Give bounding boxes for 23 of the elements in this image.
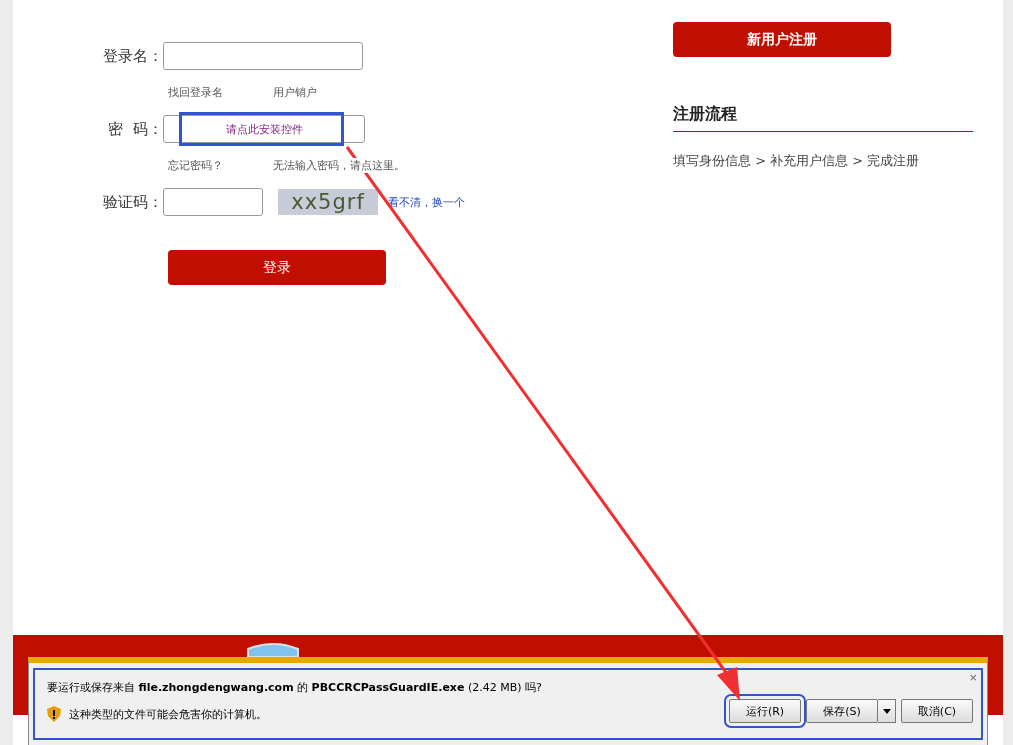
field-label: 登录名： <box>102 46 163 66</box>
login-button[interactable]: 登录 <box>168 250 386 285</box>
caret-icon[interactable] <box>878 699 896 723</box>
field-label: 密 码： <box>107 119 163 139</box>
refresh-captcha-link[interactable]: 看不清，换一个 <box>388 194 465 210</box>
download-message: 要运行或保存来自 file.zhongdengwang.com 的 PBCCRCPassGuardIE.exe (2.42 MB) 吗? <box>47 680 543 695</box>
captcha-image: xx5grf <box>278 189 378 215</box>
register-button[interactable]: 新用户注册 <box>673 22 891 57</box>
help-link[interactable]: 找回登录名 <box>168 85 223 100</box>
install-control-button[interactable]: 请点此安装控件 <box>163 115 365 143</box>
help-link[interactable]: 用户销户 <box>273 85 317 100</box>
help-link[interactable]: 忘记密码？ <box>168 158 223 173</box>
close-button[interactable]: × <box>969 670 977 685</box>
warning-shield-icon <box>47 706 61 722</box>
process-steps: 填写身份信息 > 补充用户信息 > 完成注册 <box>673 152 973 170</box>
save-button[interactable]: 保存(S) <box>806 699 878 723</box>
login-name-field[interactable] <box>163 42 363 70</box>
dialog-button[interactable]: 取消(C) <box>901 699 973 723</box>
captcha-field[interactable] <box>163 188 263 216</box>
shield-icon <box>247 643 299 657</box>
section-title: 注册流程 <box>673 104 973 132</box>
warning-text: 这种类型的文件可能会危害你的计算机。 <box>69 706 267 722</box>
field-label: 验证码： <box>102 192 163 212</box>
